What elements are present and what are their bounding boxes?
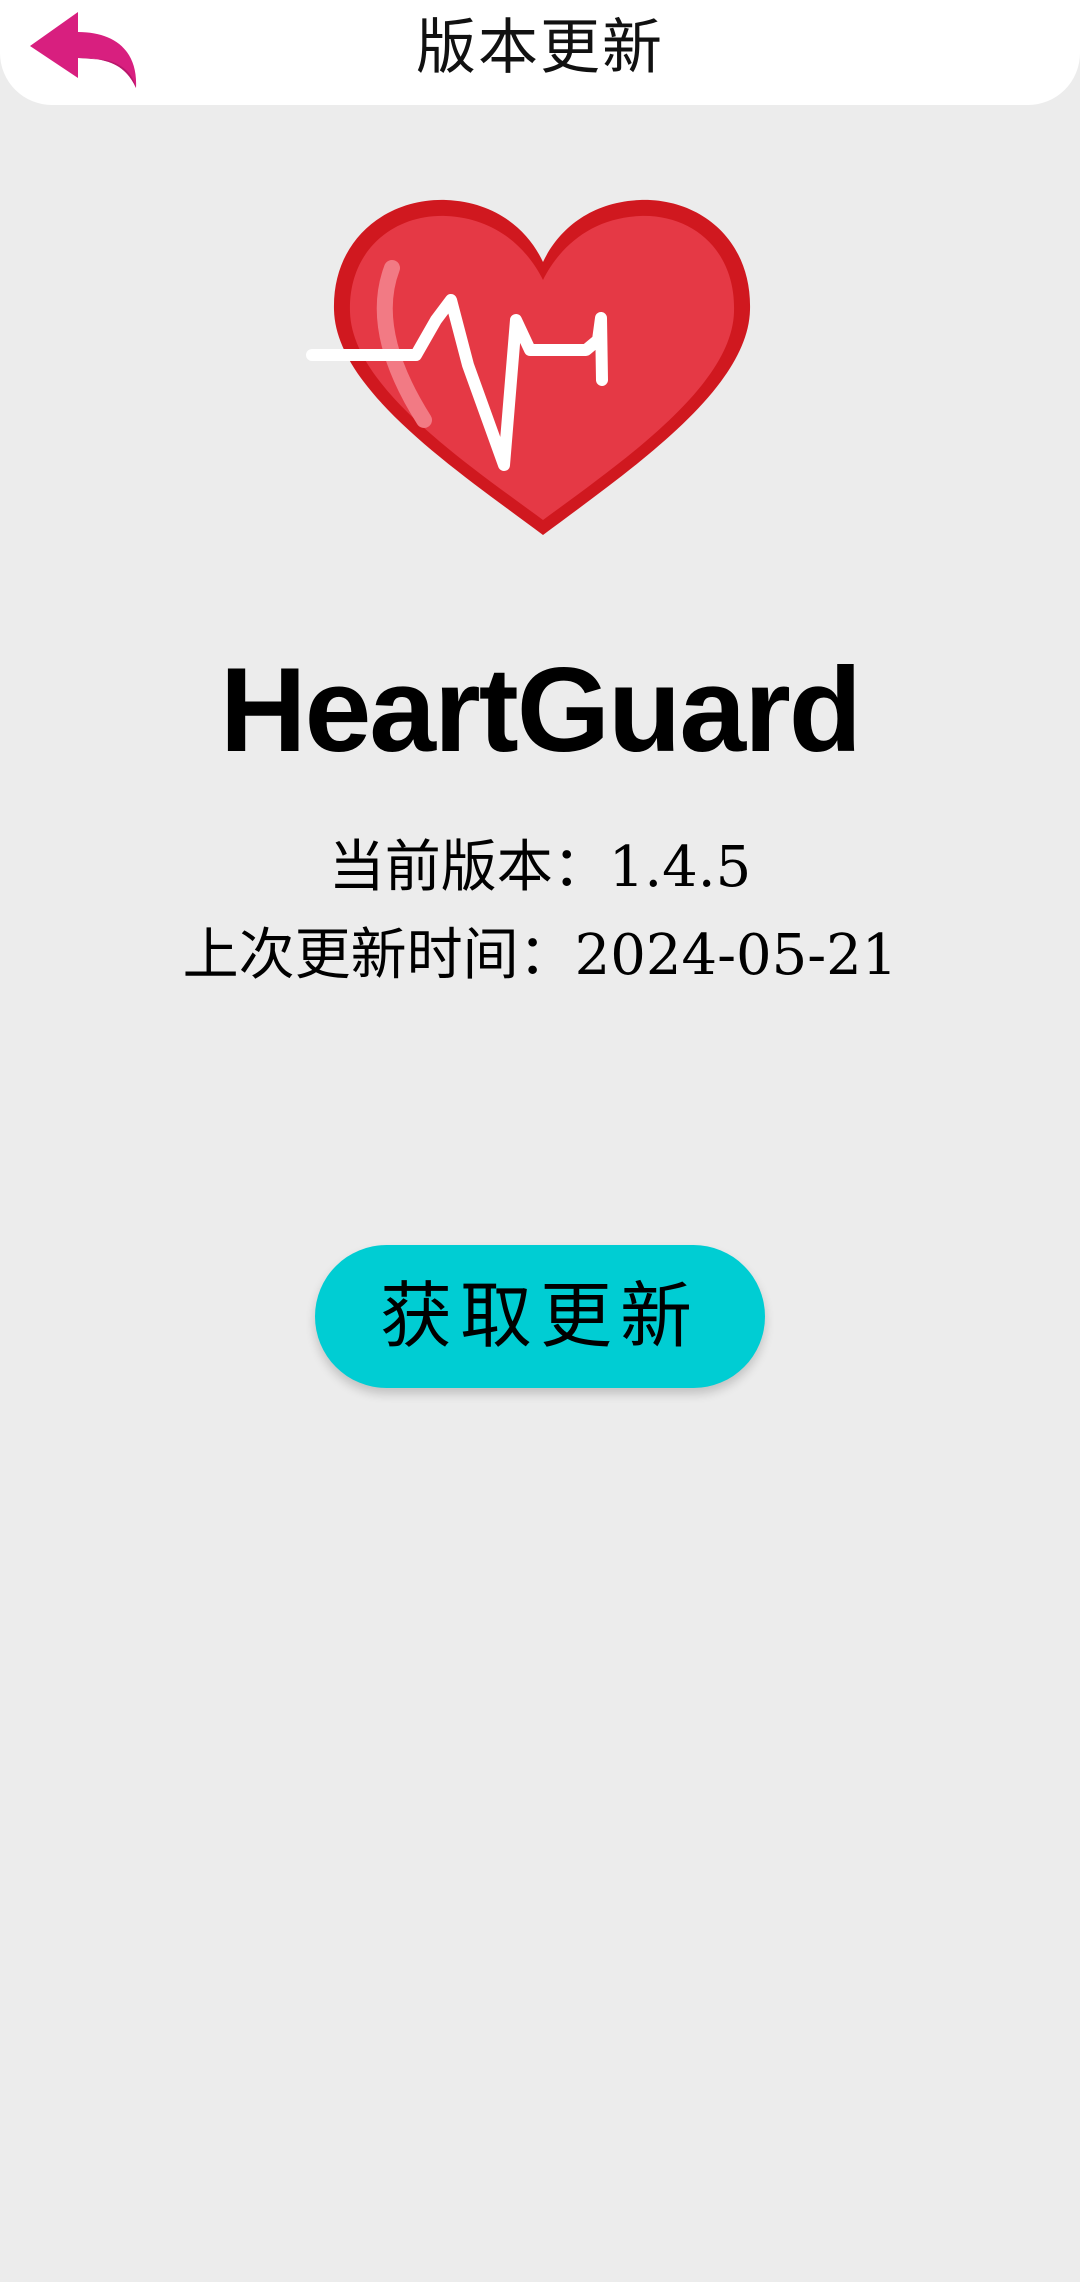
heart-pulse-icon (306, 190, 776, 550)
current-version-text: 当前版本：1.4.5 (328, 835, 752, 900)
top-bar: 版本更新 (0, 0, 1080, 105)
last-update-text: 上次更新时间：2024-05-21 (182, 923, 898, 988)
page-title: 版本更新 (416, 13, 664, 83)
get-update-label: 获取更新 (379, 1274, 700, 1358)
get-update-button[interactable]: 获取更新 (315, 1245, 765, 1388)
app-name: HeartGuard (219, 643, 862, 777)
